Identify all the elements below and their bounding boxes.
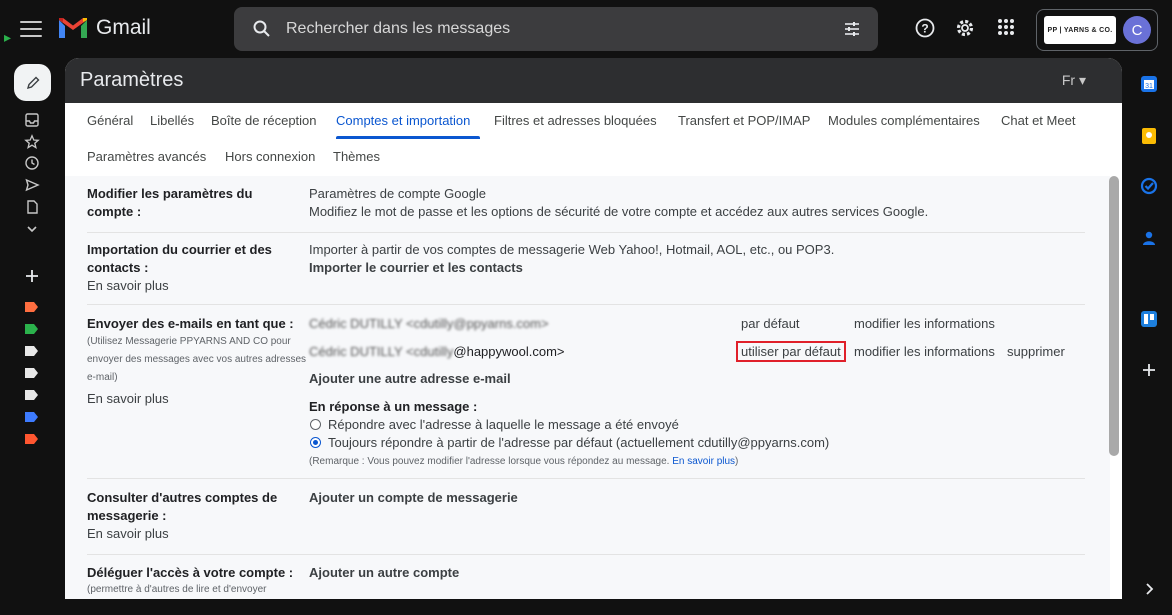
starred-icon[interactable] (24, 134, 40, 150)
reply-heading: En réponse à un message : (309, 399, 478, 414)
compose-button[interactable] (14, 64, 51, 101)
svg-text:31: 31 (1145, 83, 1153, 90)
settings-content: Modifier les paramètres du compte : Para… (65, 176, 1110, 599)
other-accounts-learn-more-link[interactable]: En savoir plus (87, 526, 169, 541)
apps-grid-icon[interactable] (996, 17, 1016, 37)
tab-addons[interactable]: Modules complémentaires (828, 113, 980, 128)
tab-general[interactable]: Général (87, 113, 133, 128)
inbox-icon[interactable] (24, 112, 40, 128)
organization-logo: PP | YARNS & CO. (1044, 16, 1116, 44)
settings-scrollbar[interactable] (1109, 176, 1119, 456)
search-bar[interactable] (234, 7, 878, 51)
send-as-label: Envoyer des e-mails en tant que : (87, 316, 294, 331)
label-icon[interactable] (25, 346, 38, 356)
send-as-learn-more-link[interactable]: En savoir plus (87, 391, 169, 406)
pencil-icon (26, 76, 39, 89)
account-settings-label: Modifier les paramètres du compte : (87, 186, 253, 219)
remark-learn-more-link[interactable]: En savoir plus (672, 456, 735, 467)
label-icon[interactable] (25, 412, 38, 422)
reply-from-default-radio[interactable] (310, 437, 321, 448)
send-as-note: (Utilisez Messagerie PPYARNS AND CO pour… (87, 336, 306, 383)
extension-mark-icon: ▸ (4, 30, 12, 46)
import-label: Importation du courrier et des contacts … (87, 242, 272, 275)
contacts-icon[interactable] (1140, 229, 1158, 247)
settings-gear-icon[interactable] (954, 17, 976, 39)
page-title: Paramètres (80, 69, 184, 91)
import-learn-more-link[interactable]: En savoir plus (87, 278, 169, 293)
more-chevron-icon[interactable] (24, 221, 40, 237)
edit-info-link[interactable]: modifier les informations (854, 344, 995, 359)
reply-from-same-radio[interactable] (310, 419, 321, 430)
sent-icon[interactable] (24, 177, 40, 193)
other-accounts-label: Consulter d'autres comptes de messagerie… (87, 490, 278, 523)
search-icon[interactable] (252, 19, 272, 39)
label-icon[interactable] (25, 368, 38, 378)
search-input[interactable] (286, 7, 806, 51)
calendar-icon[interactable]: 31 (1140, 75, 1158, 93)
svg-text:?: ? (921, 22, 928, 36)
get-addons-plus-icon[interactable] (1140, 361, 1158, 379)
top-bar: ▸ Gmail ? (0, 0, 1172, 58)
row-divider (87, 304, 1085, 305)
tasks-icon[interactable] (1140, 177, 1158, 195)
main-menu-icon[interactable] (20, 18, 42, 40)
settings-tabs: Général Libellés Boîte de réception Comp… (65, 103, 1122, 176)
add-label-plus-icon[interactable] (24, 268, 40, 284)
label-icon[interactable] (25, 324, 38, 334)
snoozed-clock-icon[interactable] (24, 155, 40, 171)
help-icon[interactable]: ? (914, 17, 936, 39)
import-mail-contacts-link[interactable]: Importer le courrier et les contacts (309, 260, 523, 275)
address-hidden-part: Cédric DUTILLY <cdutilly (309, 344, 454, 359)
label-icon[interactable] (25, 434, 38, 444)
make-default-link[interactable]: utiliser par défaut (736, 341, 846, 362)
google-account-settings-link[interactable]: Paramètres de compte Google (309, 186, 486, 201)
keep-notes-icon[interactable] (1140, 127, 1158, 145)
row-divider (87, 554, 1085, 555)
account-switcher[interactable]: PP | YARNS & CO. C (1036, 9, 1158, 51)
send-as-address-secondary: Cédric DUTILLY <cdutilly@happywool.com> (309, 344, 565, 359)
input-language-selector[interactable]: Fr ▾ (1062, 72, 1086, 89)
delete-address-link[interactable]: supprimer (1007, 344, 1065, 359)
reply-option-label: Répondre avec l'adresse à laquelle le me… (328, 417, 679, 432)
row-divider (87, 478, 1085, 479)
tab-advanced[interactable]: Paramètres avancés (87, 149, 206, 164)
delegate-label: Déléguer l'accès à votre compte : (87, 565, 294, 580)
delegate-note: (permettre à d'autres de lire et d'envoy… (87, 584, 267, 595)
label-icon[interactable] (25, 302, 38, 312)
gmail-logo-icon[interactable] (57, 16, 89, 40)
drafts-icon[interactable] (24, 199, 40, 215)
send-as-address-default: Cédric DUTILLY <cdutilly@ppyarns.com> (309, 316, 549, 331)
remark-end: ) (735, 456, 739, 467)
import-description: Importer à partir de vos comptes de mess… (309, 242, 835, 257)
default-status-text: par défaut (741, 316, 800, 331)
reply-remark: (Remarque : Vous pouvez modifier l'adres… (309, 456, 738, 467)
expand-panel-chevron-icon[interactable] (1140, 580, 1158, 598)
app-name: Gmail (96, 16, 151, 39)
edit-info-link[interactable]: modifier les informations (854, 316, 995, 331)
tab-inbox[interactable]: Boîte de réception (211, 113, 317, 128)
address-visible-part: @happywool.com> (453, 344, 565, 359)
search-options-icon[interactable] (842, 19, 862, 39)
active-tab-indicator (336, 136, 480, 139)
tab-labels[interactable]: Libellés (150, 113, 194, 128)
tab-forwarding-pop-imap[interactable]: Transfert et POP/IMAP (678, 113, 810, 128)
settings-header: Paramètres Fr ▾ (65, 58, 1122, 103)
reply-option-label: Toujours répondre à partir de l'adresse … (328, 435, 830, 450)
avatar[interactable]: C (1123, 16, 1151, 44)
tab-accounts-import[interactable]: Comptes et importation (336, 113, 470, 128)
label-icon[interactable] (25, 390, 38, 400)
tab-chat-meet[interactable]: Chat et Meet (1001, 113, 1075, 128)
tab-themes[interactable]: Thèmes (333, 149, 380, 164)
row-divider (87, 232, 1085, 233)
tab-filters[interactable]: Filtres et adresses bloquées (494, 113, 657, 128)
remark-text: (Remarque : Vous pouvez modifier l'adres… (309, 456, 670, 467)
tab-offline[interactable]: Hors connexion (225, 149, 315, 164)
account-settings-description: Modifiez le mot de passe et les options … (309, 204, 929, 219)
trello-addon-icon[interactable] (1140, 310, 1158, 328)
settings-panel: Paramètres Fr ▾ Général Libellés Boîte d… (65, 58, 1122, 599)
add-another-address-link[interactable]: Ajouter une autre adresse e-mail (309, 371, 511, 386)
add-mail-account-link[interactable]: Ajouter un compte de messagerie (309, 490, 518, 505)
add-another-account-link[interactable]: Ajouter un autre compte (309, 565, 459, 580)
